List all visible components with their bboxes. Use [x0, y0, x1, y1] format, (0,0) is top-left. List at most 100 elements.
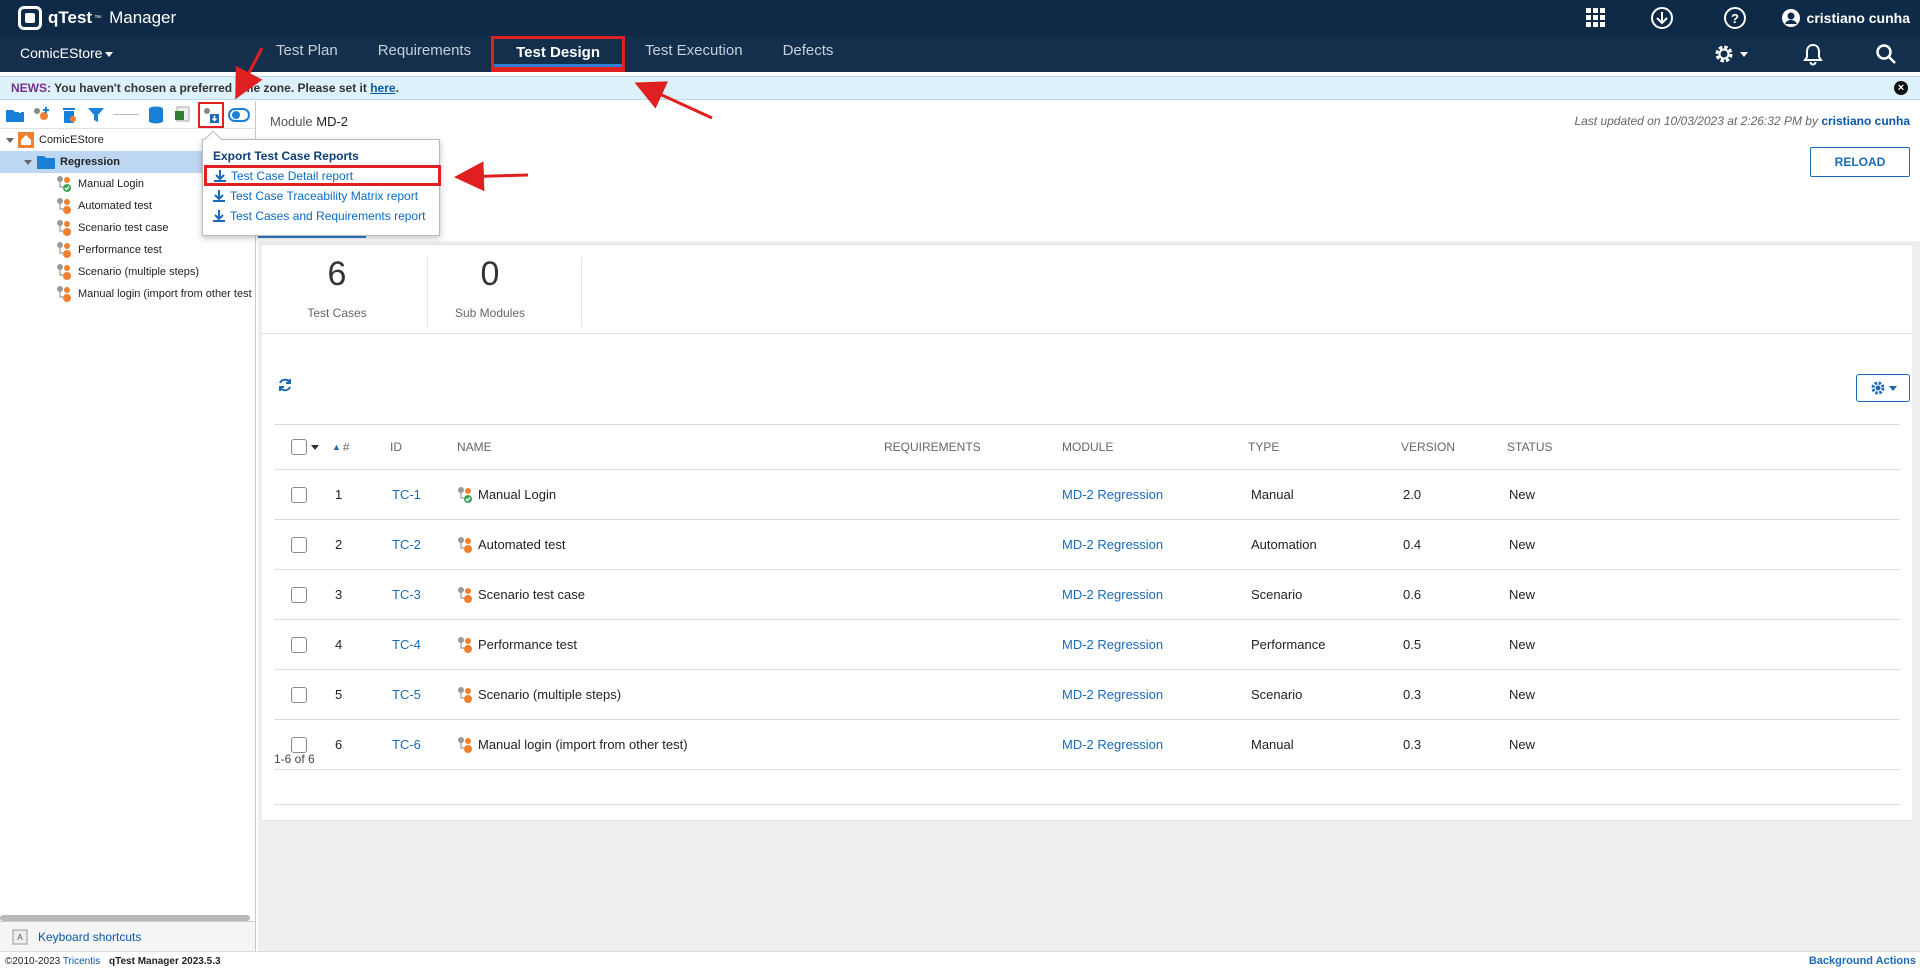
col-header-number[interactable]: ▲ # [332, 425, 350, 469]
test-case-id-link[interactable]: TC-6 [392, 720, 421, 769]
table-row[interactable]: 4 TC-4 Performance test MD-2 Regression Perf… [274, 620, 1900, 670]
tree-item-label: Automated test [78, 200, 152, 212]
close-icon[interactable]: × [1894, 81, 1908, 95]
col-header-status[interactable]: STATUS [1507, 425, 1553, 469]
stat-test-cases: 6 Test Cases [307, 255, 367, 320]
col-header-module[interactable]: MODULE [1062, 425, 1113, 469]
main-tabs: Test Plan Requirements Test Design Test … [256, 36, 853, 72]
tree-item[interactable]: Performance test [0, 239, 255, 261]
version-cell: 0.4 [1403, 537, 1422, 552]
test-case-name[interactable]: Manual login (import from other test) [478, 737, 688, 752]
select-all-checkbox[interactable] [291, 439, 307, 455]
status-cell: New [1509, 587, 1536, 602]
import-icon[interactable] [171, 104, 195, 126]
tab-test-execution[interactable]: Test Execution [625, 36, 763, 72]
test-case-table: ▲ # ID NAME REQUIREMENTS MODULE TYPE VERS… [274, 424, 1900, 770]
filter-icon[interactable] [84, 104, 108, 126]
test-case-name[interactable]: Performance test [478, 637, 577, 652]
help-icon[interactable]: ? [1723, 6, 1747, 30]
background-actions-link[interactable]: Background Actions [1809, 952, 1916, 971]
module-link[interactable]: MD-2 Regression [1062, 520, 1163, 569]
expand-icon[interactable] [24, 159, 32, 165]
menu-item-test-cases-requirements-report[interactable]: Test Cases and Requirements report [203, 206, 439, 226]
version-cell: 0.6 [1403, 587, 1422, 602]
stat-sub-modules: 0 Sub Modules [454, 255, 526, 320]
test-case-id-link[interactable]: TC-3 [392, 570, 421, 619]
row-checkbox[interactable] [291, 486, 307, 503]
table-row[interactable]: 6 TC-6 Manual login (import from other tes… [274, 720, 1900, 770]
new-test-case-icon[interactable] [30, 104, 54, 126]
col-header-id[interactable]: ID [390, 425, 402, 469]
tree-item[interactable]: Manual login (import from other test [0, 283, 255, 305]
table-row[interactable]: 1 TC-1 Manual Login MD-2 Regression Manual 2.… [274, 470, 1900, 520]
col-header-version[interactable]: VERSION [1401, 425, 1455, 469]
main-panel: Module MD-2 Last updated on 10/03/2023 a… [258, 101, 1920, 951]
project-name: ComicEStore [20, 45, 103, 61]
row-checkbox[interactable] [291, 736, 307, 753]
test-case-id-link[interactable]: TC-1 [392, 470, 421, 519]
settings-menu[interactable] [1712, 42, 1748, 66]
tab-test-design[interactable]: Test Design [491, 36, 625, 72]
module-link[interactable]: MD-2 Regression [1062, 570, 1163, 619]
keyboard-shortcuts-link[interactable]: Keyboard shortcuts [38, 930, 141, 944]
toggle-icon[interactable] [227, 104, 251, 126]
test-case-name[interactable]: Automated test [478, 537, 565, 552]
app-logo[interactable]: qTest ™ Manager [18, 6, 176, 30]
row-number: 3 [335, 587, 343, 602]
test-case-id-link[interactable]: TC-2 [392, 520, 421, 569]
chevron-down-icon[interactable] [311, 444, 319, 450]
status-cell: New [1509, 687, 1536, 702]
chevron-down-icon [1740, 51, 1748, 57]
new-module-icon[interactable] [3, 104, 27, 126]
updated-by-link[interactable]: cristiano cunha [1821, 114, 1910, 128]
row-checkbox[interactable] [291, 686, 307, 703]
menu-item-traceability-matrix-report[interactable]: Test Case Traceability Matrix report [203, 186, 439, 206]
tab-requirements[interactable]: Requirements [358, 36, 491, 72]
module-link[interactable]: MD-2 Regression [1062, 720, 1163, 769]
select-all[interactable] [291, 425, 319, 469]
col-header-requirements[interactable]: REQUIREMENTS [884, 425, 981, 469]
col-header-name[interactable]: NAME [457, 425, 492, 469]
keyboard-icon: A [12, 929, 28, 944]
row-checkbox[interactable] [291, 536, 307, 553]
module-link[interactable]: MD-2 Regression [1062, 620, 1163, 669]
expand-icon[interactable] [6, 137, 14, 143]
news-link[interactable]: here [370, 81, 395, 95]
user-menu[interactable]: cristiano cunha [1781, 8, 1910, 28]
download-arrow-icon [213, 190, 225, 202]
table-row[interactable]: 3 TC-3 Scenario test case MD-2 Regression Sc… [274, 570, 1900, 620]
module-link[interactable]: MD-2 Regression [1062, 670, 1163, 719]
module-link[interactable]: MD-2 Regression [1062, 470, 1163, 519]
sort-asc-icon: ▲ [332, 442, 341, 452]
download-icon[interactable] [1650, 6, 1674, 30]
col-header-type[interactable]: TYPE [1248, 425, 1279, 469]
row-number: 1 [335, 487, 343, 502]
test-case-name[interactable]: Scenario test case [478, 587, 585, 602]
tab-test-plan[interactable]: Test Plan [256, 36, 358, 72]
row-checkbox[interactable] [291, 636, 307, 653]
test-case-icon [458, 536, 472, 553]
project-selector[interactable]: ComicEStore [20, 45, 114, 61]
table-row[interactable]: 2 TC-2 Automated test MD-2 Regression Automa… [274, 520, 1900, 570]
test-case-id-link[interactable]: TC-4 [392, 620, 421, 669]
table-row[interactable]: 5 TC-5 Scenario (multiple steps) MD-2 Regre… [274, 670, 1900, 720]
type-cell: Scenario [1251, 687, 1303, 702]
tree-item-label: Manual Login [78, 178, 145, 190]
delete-icon[interactable] [57, 104, 81, 126]
reload-button[interactable]: RELOAD [1810, 147, 1910, 177]
menu-item-test-case-detail-report[interactable]: Test Case Detail report [204, 165, 441, 186]
table-settings-button[interactable] [1856, 374, 1910, 402]
test-case-id-link[interactable]: TC-5 [392, 670, 421, 719]
tree-item[interactable]: Scenario (multiple steps) [0, 261, 255, 283]
test-case-name[interactable]: Manual Login [478, 487, 556, 502]
refresh-icon[interactable] [278, 378, 292, 392]
tab-defects[interactable]: Defects [763, 36, 854, 72]
company-link[interactable]: Tricentis [63, 956, 100, 967]
row-checkbox[interactable] [291, 586, 307, 603]
database-icon[interactable] [144, 104, 168, 126]
search-icon[interactable] [1874, 42, 1898, 66]
apps-grid-icon[interactable] [1584, 6, 1608, 30]
export-reports-button[interactable] [198, 101, 224, 128]
test-case-name[interactable]: Scenario (multiple steps) [478, 687, 621, 702]
bell-icon[interactable] [1802, 42, 1824, 66]
